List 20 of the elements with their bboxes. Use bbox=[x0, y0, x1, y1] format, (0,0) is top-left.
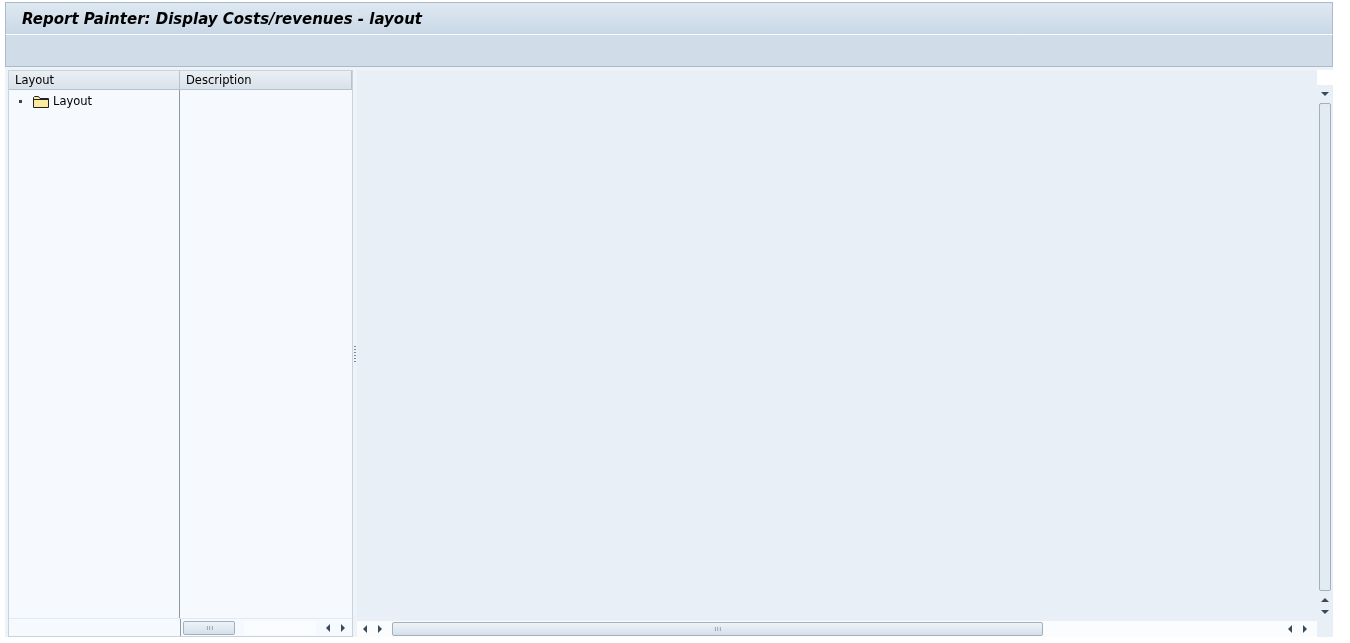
down-arrow-icon[interactable] bbox=[1321, 609, 1329, 615]
right-arrow-icon[interactable] bbox=[377, 625, 383, 633]
left-arrow-icon[interactable] bbox=[362, 625, 368, 633]
bullet-icon bbox=[19, 99, 22, 103]
grip-icon bbox=[205, 625, 213, 630]
right-arrow-icon[interactable] bbox=[340, 623, 346, 632]
column-header[interactable]: Layout bbox=[9, 71, 180, 90]
right-arrow-icon[interactable] bbox=[1302, 625, 1308, 633]
window-title: Report Painter: Display Costs/revenues - layout bbox=[22, 9, 422, 28]
column-header[interactable]: Description bbox=[180, 71, 352, 90]
tree-node[interactable]: Layout bbox=[53, 94, 93, 108]
down-arrow-icon[interactable] bbox=[1321, 91, 1329, 97]
splitter-handle[interactable] bbox=[354, 344, 356, 363]
left-arrow-icon[interactable] bbox=[325, 623, 331, 632]
left-arrow-icon[interactable] bbox=[1287, 625, 1293, 633]
up-arrow-icon[interactable] bbox=[1321, 597, 1329, 603]
folder-icon bbox=[33, 94, 49, 108]
grip-icon bbox=[714, 627, 721, 631]
scrollbar-track[interactable] bbox=[244, 620, 316, 635]
scrollbar-track[interactable] bbox=[357, 621, 1333, 637]
